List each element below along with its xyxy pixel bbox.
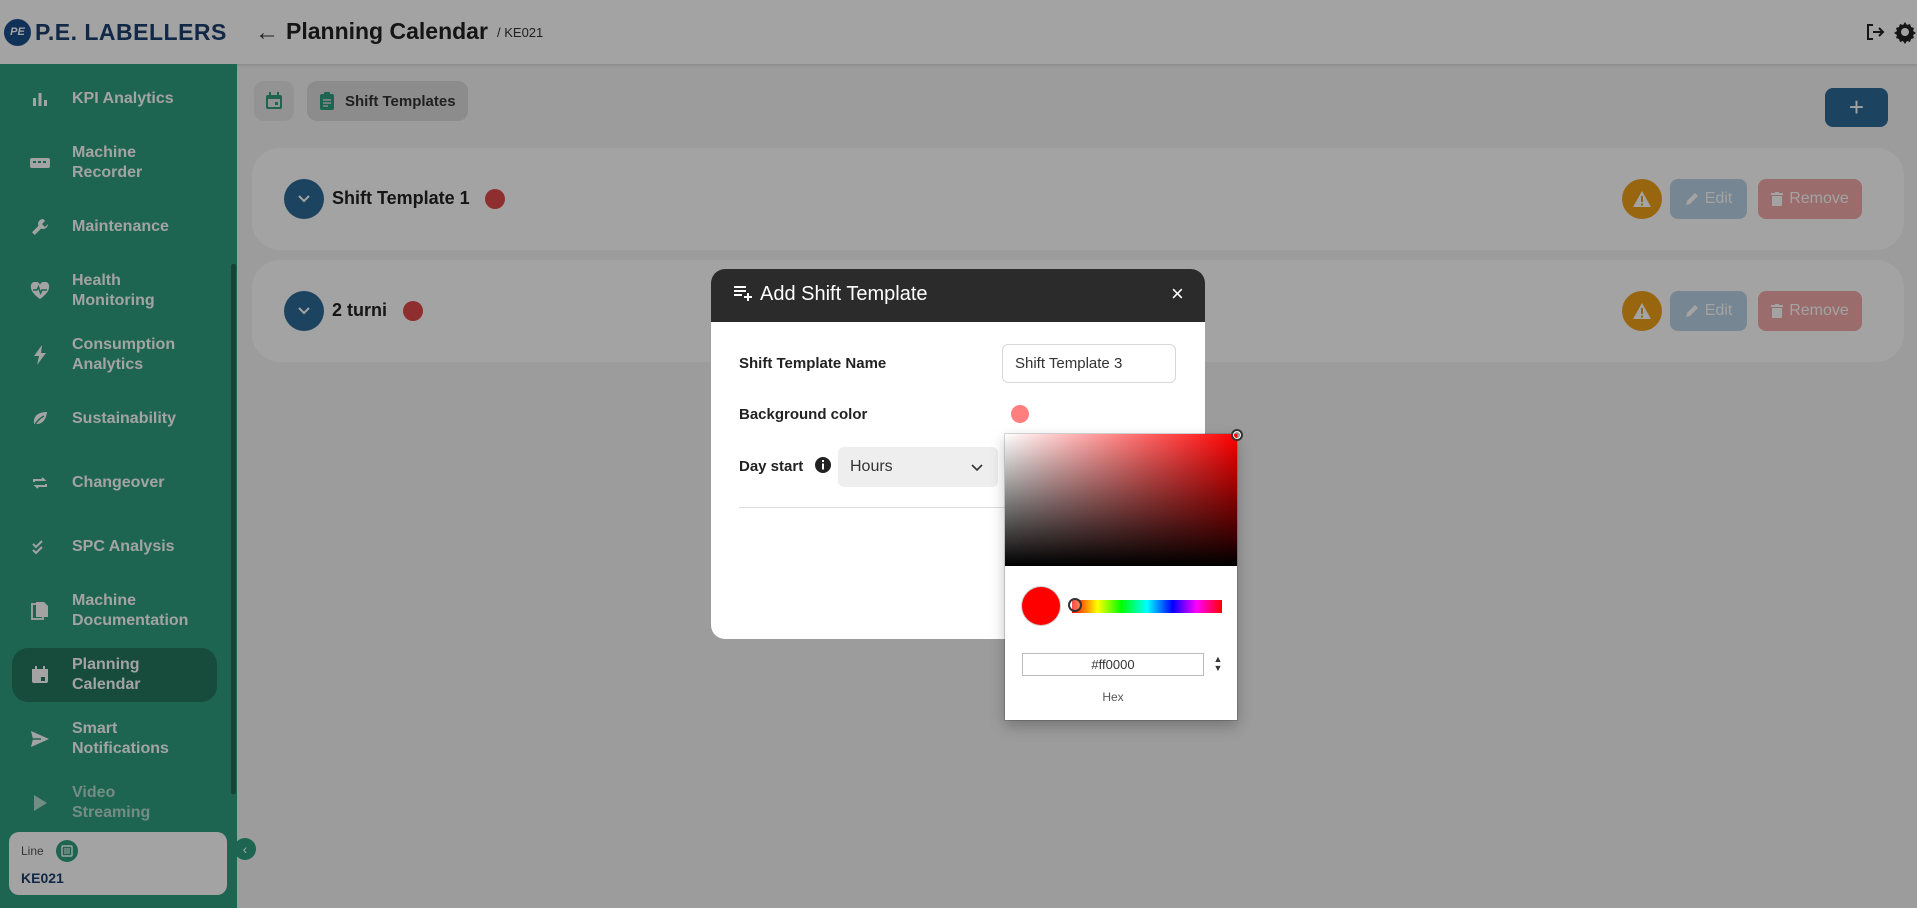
- picker-caret: [1012, 425, 1024, 434]
- hex-input[interactable]: [1022, 653, 1204, 676]
- format-toggle-icon[interactable]: ▲ ▼: [1212, 655, 1224, 675]
- saturation-handle[interactable]: [1231, 429, 1243, 441]
- saturation-area[interactable]: [1005, 434, 1237, 566]
- day-start-select[interactable]: Hours: [838, 447, 998, 487]
- close-icon[interactable]: ×: [1171, 281, 1184, 307]
- chevron-down-icon: [971, 464, 983, 472]
- day-start-value: Hours: [850, 458, 893, 475]
- background-color-label: Background color: [739, 406, 868, 423]
- playlist-add-icon: [734, 286, 752, 301]
- background-color-swatch[interactable]: [1011, 405, 1029, 423]
- day-start-label: Day start: [739, 458, 804, 475]
- color-preview: [1022, 587, 1060, 625]
- info-icon[interactable]: [814, 456, 832, 474]
- color-picker-popover: ▲▼ Hex: [1005, 434, 1237, 720]
- name-field-label: Shift Template Name: [739, 355, 887, 372]
- dialog-header: Add Shift Template ×: [711, 269, 1205, 322]
- dialog-title: Add Shift Template: [760, 283, 928, 305]
- hex-format-label: Hex: [1102, 690, 1124, 704]
- template-name-input[interactable]: [1002, 344, 1176, 383]
- hue-slider-handle[interactable]: [1068, 598, 1082, 612]
- hue-slider[interactable]: [1072, 600, 1222, 613]
